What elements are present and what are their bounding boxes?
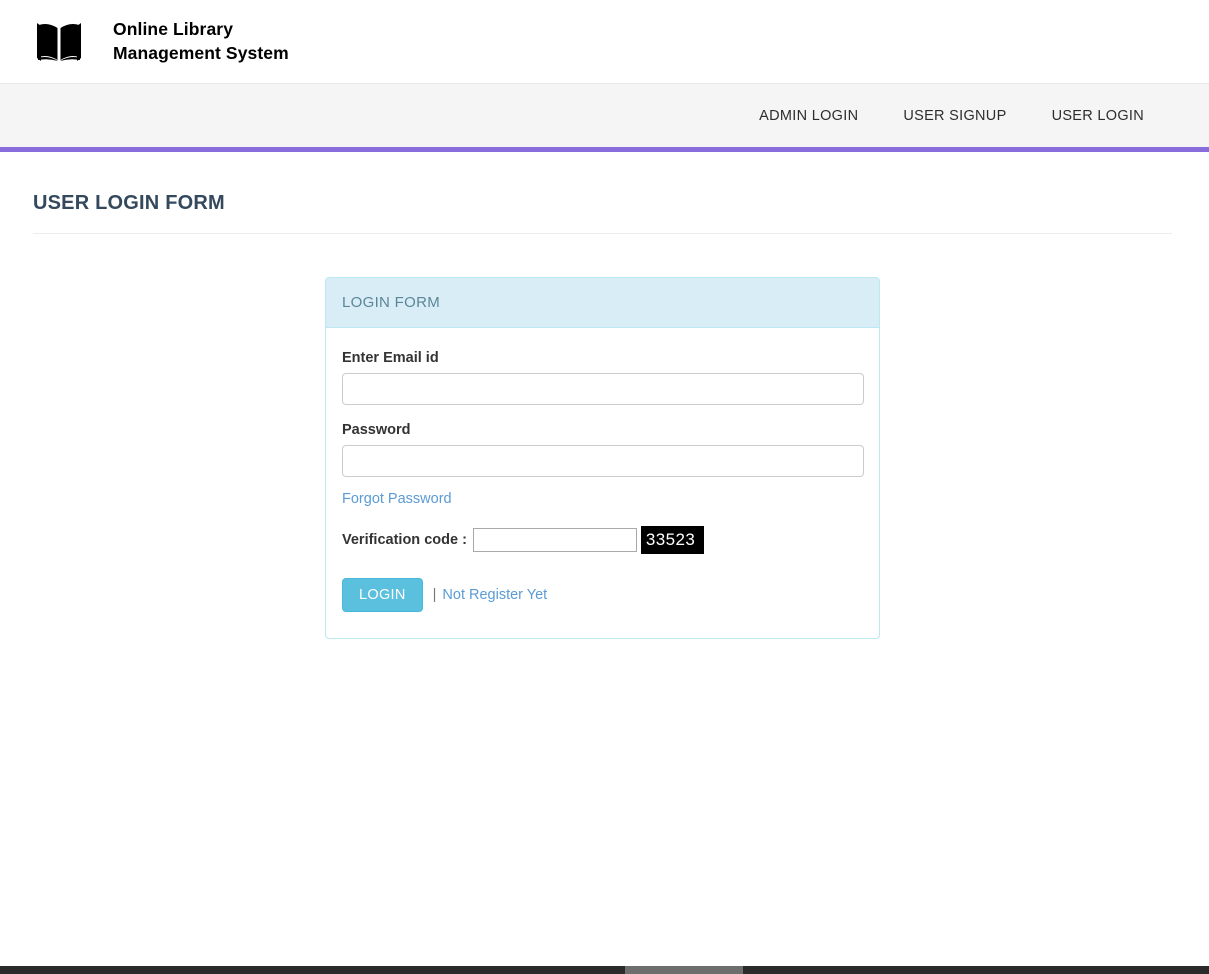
login-actions: LOGIN | Not Register Yet xyxy=(342,578,863,613)
nav-link-user-signup[interactable]: USER SIGNUP xyxy=(888,98,1021,134)
nav-link-user-login[interactable]: USER LOGIN xyxy=(1037,98,1159,134)
forgot-password-link[interactable]: Forgot Password xyxy=(342,491,452,507)
captcha-code-image: 33523 xyxy=(640,526,705,555)
email-form-group: Enter Email id xyxy=(342,350,864,405)
nav-list: ADMIN LOGIN USER SIGNUP USER LOGIN xyxy=(744,98,1159,134)
main-content: USER LOGIN FORM LOGIN FORM Enter Email i… xyxy=(0,152,1209,640)
login-panel-title: LOGIN FORM xyxy=(342,294,441,311)
login-panel-wrapper: LOGIN FORM Enter Email id Password Forgo… xyxy=(33,234,1176,640)
password-form-group: Password xyxy=(342,422,864,477)
page-title: USER LOGIN FORM xyxy=(33,192,225,214)
nav-item-user-login[interactable]: USER LOGIN xyxy=(1037,98,1159,134)
register-link[interactable]: Not Register Yet xyxy=(442,587,547,603)
action-separator: | xyxy=(432,587,437,604)
verification-code-input[interactable] xyxy=(472,528,637,553)
brand-title: Online Library Management System xyxy=(113,18,289,65)
email-input[interactable] xyxy=(342,373,864,405)
password-label: Password xyxy=(342,422,411,438)
nav-item-admin-login[interactable]: ADMIN LOGIN xyxy=(744,98,873,134)
login-panel-heading: LOGIN FORM xyxy=(326,278,879,328)
nav-link-admin-login[interactable]: ADMIN LOGIN xyxy=(744,98,873,134)
login-button[interactable]: LOGIN xyxy=(342,578,423,613)
brand-title-line-2: Management System xyxy=(113,42,289,63)
brand-title-line-1: Online Library xyxy=(113,19,234,40)
nav-item-user-signup[interactable]: USER SIGNUP xyxy=(888,98,1021,134)
main-navbar: ADMIN LOGIN USER SIGNUP USER LOGIN xyxy=(0,84,1209,152)
verification-code-label: Verification code : xyxy=(342,532,467,549)
open-book-icon xyxy=(37,22,81,61)
email-label: Enter Email id xyxy=(342,350,439,366)
login-panel-body: Enter Email id Password Forgot Password … xyxy=(326,328,879,638)
forgot-password-row: Forgot Password xyxy=(342,490,863,508)
site-masthead: Online Library Management System xyxy=(0,0,1209,84)
scrollbar-thumb[interactable] xyxy=(625,966,743,974)
bottom-scrollbar[interactable] xyxy=(0,966,1209,974)
verification-code-row: Verification code : 33523 xyxy=(342,526,863,555)
page-root: Online Library Management System ADMIN L… xyxy=(0,0,1209,974)
password-input[interactable] xyxy=(342,445,864,477)
login-panel: LOGIN FORM Enter Email id Password Forgo… xyxy=(325,277,880,640)
brand[interactable]: Online Library Management System xyxy=(33,16,289,68)
